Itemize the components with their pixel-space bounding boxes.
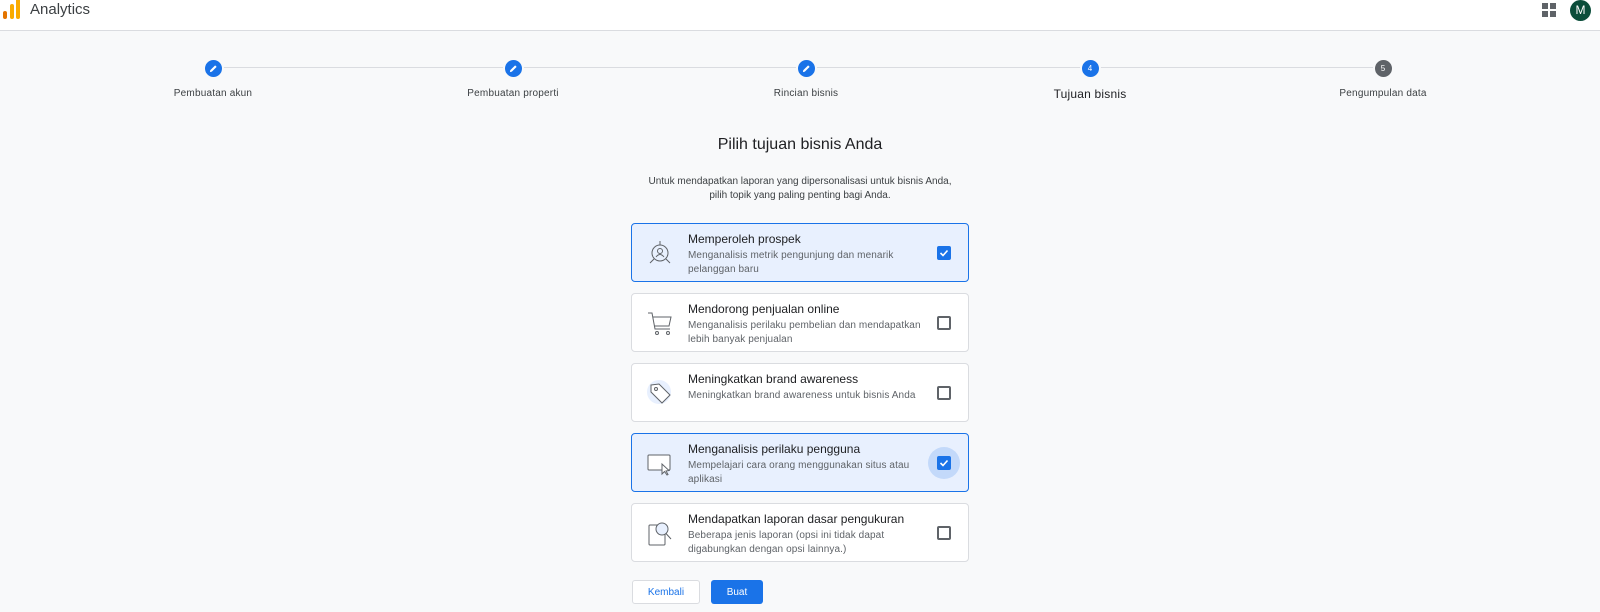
step-label: Rincian bisnis: [773, 88, 839, 99]
cart-icon: [648, 312, 672, 335]
option-generate-leads[interactable]: Memperoleh prospek Menganalisis metrik p…: [631, 223, 969, 282]
option-description: Beberapa jenis laporan (opsi ini tidak d…: [688, 530, 885, 555]
option-title: Menganalisis perilaku pengguna: [688, 442, 861, 456]
checkbox[interactable]: [937, 316, 951, 330]
step-property-creation[interactable]: Pembuatan properti: [413, 58, 613, 99]
option-description: Menganalisis metrik pengunjung dan menar…: [688, 250, 894, 275]
checkbox[interactable]: [937, 246, 951, 260]
step-number: 4: [1079, 58, 1101, 79]
report-magnifier-icon: [648, 522, 672, 546]
option-description: Menganalisis perilaku pembelian dan mend…: [688, 320, 921, 345]
option-title: Mendapatkan laporan dasar pengukuran: [688, 512, 905, 526]
step-label: Pengumpulan data: [1339, 88, 1427, 99]
step-number: 5: [1372, 58, 1394, 79]
option-title: Mendorong penjualan online: [688, 302, 840, 316]
page-title: Pilih tujuan bisnis Anda: [717, 136, 883, 153]
app-title: Analytics: [30, 1, 91, 18]
step-label: Pembuatan akun: [173, 88, 253, 99]
target-person-icon: [649, 241, 671, 264]
option-description: Meningkatkan brand awareness untuk bisni…: [688, 390, 916, 401]
checkbox[interactable]: [937, 456, 951, 470]
step-business-objectives: 4 Tujuan bisnis: [990, 58, 1190, 101]
option-title: Memperoleh prospek: [688, 232, 801, 246]
analytics-logo-icon: [3, 0, 20, 19]
step-account-creation[interactable]: Pembuatan akun: [113, 58, 313, 99]
step-business-details[interactable]: Rincian bisnis: [706, 58, 906, 99]
back-button[interactable]: Kembali: [632, 580, 700, 604]
step-data-collection: 5 Pengumpulan data: [1283, 58, 1483, 99]
option-examine-user-behavior[interactable]: Menganalisis perilaku pengguna Mempelaja…: [631, 433, 969, 492]
checkbox[interactable]: [937, 526, 951, 540]
screen-cursor-icon: [647, 454, 671, 476]
option-drive-online-sales[interactable]: Mendorong penjualan online Menganalisis …: [631, 293, 969, 352]
page-subtitle: Untuk mendapatkan laporan yang dipersona…: [648, 176, 952, 201]
option-description: Mempelajari cara orang menggunakan situs…: [688, 460, 910, 485]
option-title: Meningkatkan brand awareness: [688, 372, 859, 386]
avatar[interactable]: M: [1570, 0, 1591, 21]
pencil-icon: [202, 58, 224, 79]
step-label: Pembuatan properti: [467, 88, 559, 99]
apps-grid-icon[interactable]: [1542, 3, 1556, 17]
top-bar: Analytics M: [0, 0, 1600, 31]
pencil-icon: [502, 58, 524, 79]
option-get-baseline-reports[interactable]: Mendapatkan laporan dasar pengukuran Beb…: [631, 503, 969, 562]
pencil-icon: [795, 58, 817, 79]
checkbox[interactable]: [937, 386, 951, 400]
step-label: Tujuan bisnis: [1053, 87, 1127, 101]
option-raise-brand-awareness[interactable]: Meningkatkan brand awareness Meningkatka…: [631, 363, 969, 422]
create-button[interactable]: Buat: [711, 580, 763, 604]
tag-icon: [647, 380, 671, 404]
